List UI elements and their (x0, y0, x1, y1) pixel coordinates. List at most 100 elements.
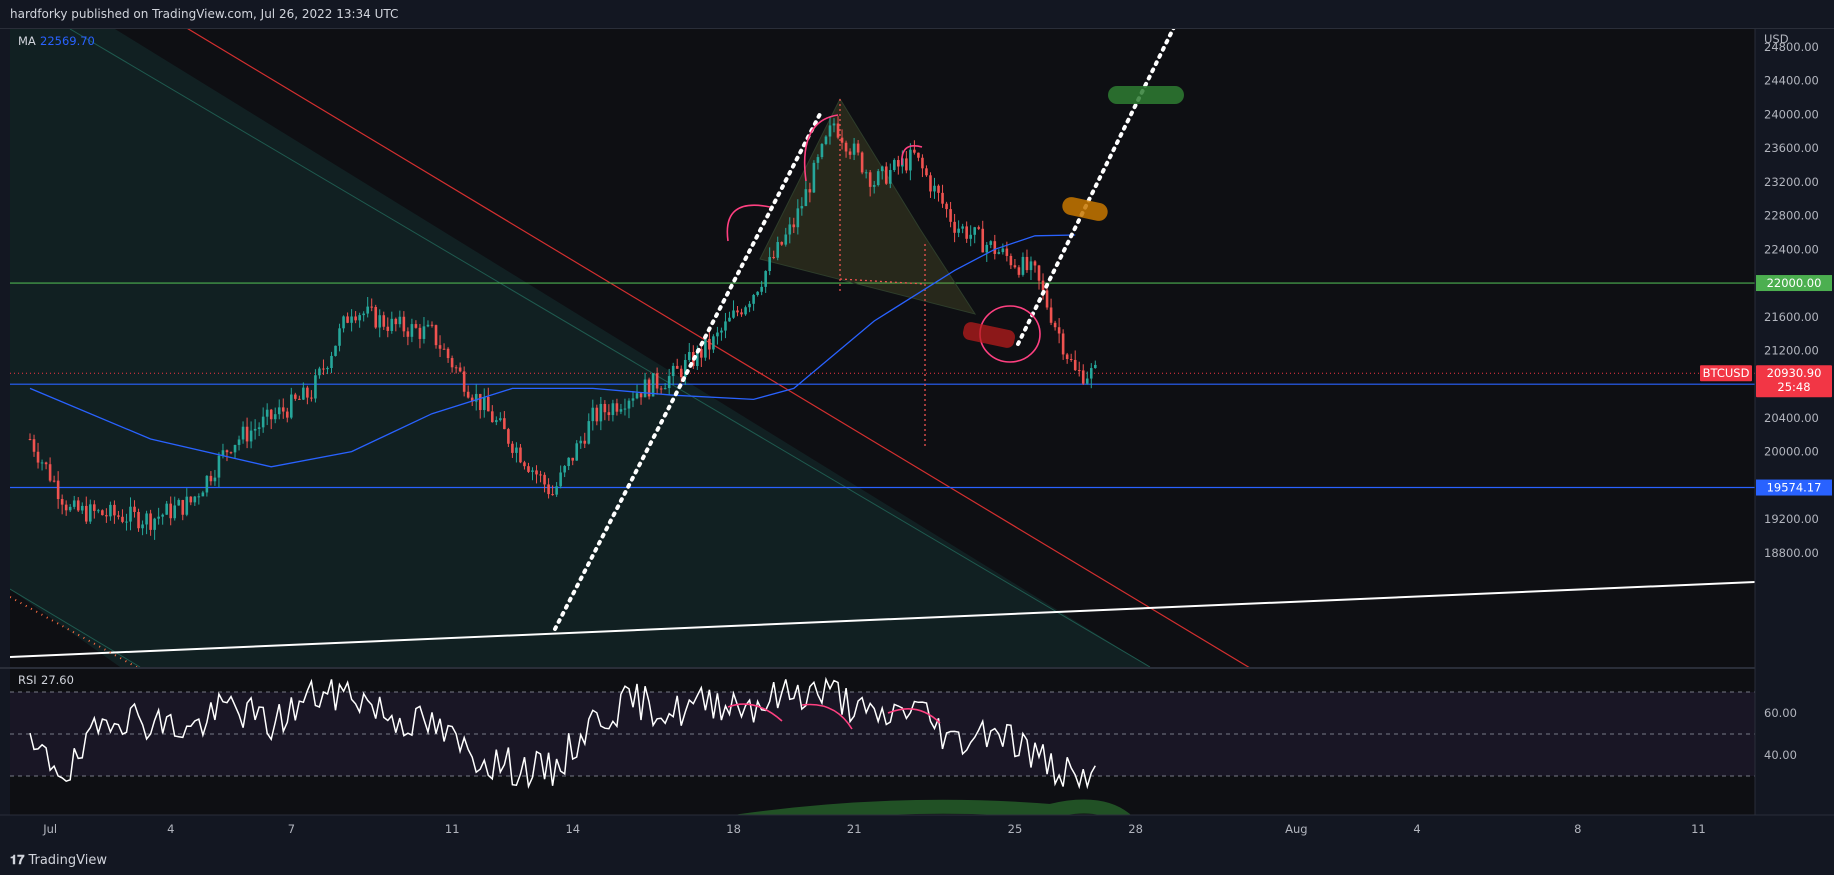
candle-body (495, 420, 498, 423)
candle-body (382, 315, 386, 327)
candle-body (1029, 261, 1033, 271)
candle-body (945, 203, 948, 210)
time-tick-label: 11 (445, 822, 460, 836)
time-tick-label: 11 (1691, 822, 1706, 836)
rsi-legend[interactable]: RSI 27.60 (18, 673, 74, 687)
candle-body (1053, 322, 1057, 328)
time-tick-label: 14 (565, 822, 580, 836)
candle-body (736, 310, 739, 313)
candle-body (342, 316, 345, 329)
candle-body (913, 149, 916, 153)
candle-body (1069, 358, 1073, 360)
price-tick-label: 20400.00 (1764, 411, 1819, 425)
candle-body (185, 496, 189, 515)
candle-body (193, 496, 197, 503)
time-tick-label: 4 (1413, 822, 1420, 836)
price-tick-label: 20000.00 (1764, 445, 1819, 459)
rsi-legend-value: 27.60 (41, 673, 74, 687)
rsi-legend-label: RSI (18, 673, 37, 687)
candle-body (720, 330, 723, 333)
candle-body (864, 172, 868, 174)
candle-body (961, 226, 964, 229)
candle-body (446, 348, 450, 359)
candle-body (133, 506, 136, 512)
candle-body (1081, 370, 1085, 384)
candle-body (334, 345, 337, 356)
candle-body (350, 316, 353, 323)
candle-body (181, 500, 185, 515)
time-axis[interactable] (0, 815, 1834, 845)
candle-body (253, 428, 257, 431)
candle-body (985, 244, 989, 253)
ma-legend-label: MA (18, 34, 36, 48)
candle-body (856, 143, 860, 153)
candle-body (1005, 248, 1009, 256)
candle-body (571, 457, 574, 461)
level-badge-value: 22000.00 (1767, 276, 1822, 290)
publisher-text: hardforky published on TradingView.com, … (10, 7, 399, 21)
candle-body (832, 123, 836, 126)
candle-body (933, 185, 936, 192)
last-price-badge: 20930.90 25:48 (1756, 365, 1832, 398)
time-tick-label: 8 (1574, 822, 1581, 836)
candle-body (68, 506, 72, 511)
candle-body (374, 306, 378, 328)
candle-body (105, 515, 108, 517)
candle-body (981, 228, 985, 253)
candle-body (1073, 359, 1077, 371)
candle-body (897, 160, 900, 167)
candle-body (997, 252, 1001, 254)
candle-body (595, 407, 599, 422)
price-tick-label: 19200.00 (1764, 512, 1819, 526)
tradingview-brand[interactable]: 𝟏𝟕 TradingView (10, 853, 107, 868)
candle-body (1017, 267, 1021, 275)
time-tick-label: 4 (167, 822, 174, 836)
candle-body (527, 466, 530, 472)
candle-body (121, 516, 124, 522)
candle-body (153, 518, 156, 530)
candle-body (611, 403, 615, 416)
candle-body (716, 332, 719, 337)
candle-body (129, 506, 132, 522)
candle-body (358, 315, 361, 321)
candle-body (438, 345, 442, 349)
candle-body (989, 241, 993, 245)
candle-body (213, 477, 217, 482)
candle-body (547, 484, 550, 495)
candle-body (398, 316, 402, 325)
candle-body (917, 152, 920, 158)
candle-body (1041, 280, 1045, 291)
time-tick-label: 28 (1128, 822, 1143, 836)
pane-separator[interactable] (0, 667, 1834, 669)
ma-legend[interactable]: MA 22569.70 (18, 34, 95, 48)
candle-body (422, 326, 426, 339)
candle-body (937, 185, 940, 193)
candle-body (563, 466, 566, 473)
candle-body (257, 427, 261, 429)
candle-body (137, 511, 140, 529)
price-tick-label: 24800.00 (1764, 40, 1819, 54)
rsi-tick-label: 40.00 (1764, 748, 1797, 762)
candle-body (314, 375, 317, 399)
candle-body (418, 327, 422, 339)
candle-body (330, 355, 333, 369)
time-tick-label: 18 (726, 822, 741, 836)
candle-body (491, 411, 494, 423)
candle-body (523, 462, 526, 467)
candle-body (905, 158, 908, 171)
candle-body (109, 504, 112, 517)
candle-body (482, 396, 486, 411)
candle-body (93, 504, 96, 511)
candle-body (378, 315, 382, 328)
candle-body (89, 504, 92, 522)
candle-body (298, 398, 301, 400)
candle-body (535, 470, 538, 475)
candle-body (969, 234, 972, 239)
chart-canvas[interactable]: USD 24800.0024400.0024000.0023600.002320… (0, 29, 1834, 845)
candle-body (603, 403, 607, 413)
candle-body (76, 500, 80, 511)
candle-body (639, 393, 643, 398)
candle-body (269, 409, 273, 420)
candle-body (84, 505, 88, 522)
candle-body (197, 496, 201, 498)
